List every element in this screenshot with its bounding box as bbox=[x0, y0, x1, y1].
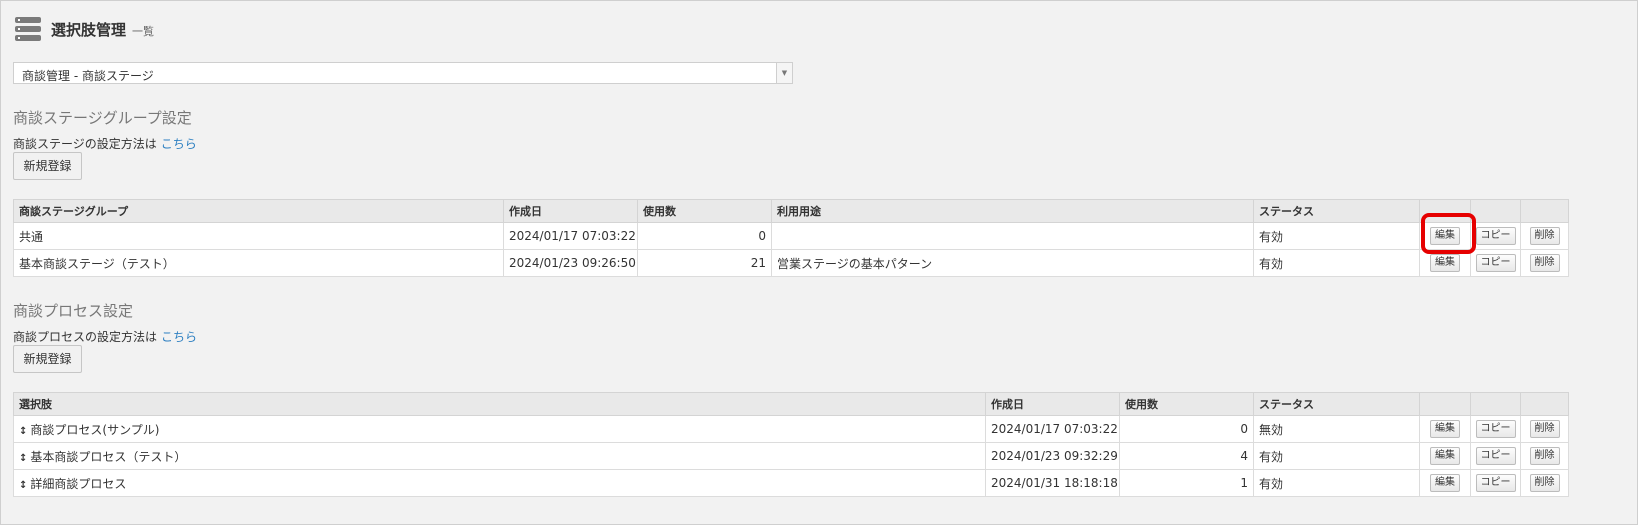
chevron-down-icon[interactable]: ▼ bbox=[776, 63, 792, 83]
table-row: 基本商談ステージ（テスト） 2024/01/23 09:26:50 21 営業ス… bbox=[13, 249, 1569, 277]
process-section-desc: 商談プロセスの設定方法は こちら bbox=[13, 328, 197, 345]
edit-button[interactable]: 編集 bbox=[1430, 420, 1460, 438]
copy-button[interactable]: コピー bbox=[1475, 420, 1516, 438]
stage-desc-text: 商談ステージの設定方法は bbox=[13, 137, 157, 151]
cell-count: 0 bbox=[1119, 415, 1254, 443]
cell-name: ↕ 商談プロセス(サンプル) bbox=[13, 415, 986, 443]
table-row: 共通 2024/01/17 07:03:22 0 有効 編集 コピー 削除 bbox=[13, 222, 1569, 250]
delete-button[interactable]: 削除 bbox=[1529, 474, 1560, 492]
cell-count: 4 bbox=[1119, 442, 1254, 470]
delete-button[interactable]: 削除 bbox=[1529, 420, 1560, 438]
table-row: ↕ 詳細商談プロセス 2024/01/31 18:18:18 1 有効 編集 コピ… bbox=[13, 469, 1569, 497]
cell-name: 基本商談ステージ（テスト） bbox=[13, 249, 504, 277]
cell-created: 2024/01/23 09:32:29 bbox=[985, 442, 1120, 470]
cell-status: 有効 bbox=[1253, 469, 1420, 497]
edit-button[interactable]: 編集 bbox=[1430, 227, 1460, 245]
copy-button[interactable]: コピー bbox=[1475, 227, 1516, 245]
page-subtitle: 一覧 bbox=[132, 24, 155, 38]
cell-status: 無効 bbox=[1253, 415, 1420, 443]
cell-name: ↕ 詳細商談プロセス bbox=[13, 469, 986, 497]
column-header[interactable]: 商談ステージグループ bbox=[13, 199, 504, 223]
cell-status: 有効 bbox=[1253, 222, 1420, 250]
table-header-row: 商談ステージグループ 作成日 使用数 利用用途 ステータス bbox=[13, 199, 1569, 223]
cell-created: 2024/01/17 07:03:22 bbox=[985, 415, 1120, 443]
process-help-link[interactable]: こちら bbox=[161, 330, 197, 344]
copy-button[interactable]: コピー bbox=[1475, 447, 1516, 465]
process-new-button[interactable]: 新規登録 bbox=[13, 345, 82, 373]
cell-status: 有効 bbox=[1253, 249, 1420, 277]
table-header-row: 選択肢 作成日 使用数 ステータス bbox=[13, 392, 1569, 416]
cell-usage bbox=[771, 222, 1254, 250]
page-header: 選択肢管理 一覧 bbox=[15, 15, 154, 43]
category-select-value: 商談管理 - 商談ステージ bbox=[22, 69, 154, 83]
column-header[interactable]: 利用用途 bbox=[771, 199, 1254, 223]
cell-created: 2024/01/31 18:18:18 bbox=[985, 469, 1120, 497]
stage-help-link[interactable]: こちら bbox=[161, 137, 197, 151]
cell-status: 有効 bbox=[1253, 442, 1420, 470]
row-name: 詳細商談プロセス bbox=[30, 476, 127, 491]
cell-count: 21 bbox=[637, 249, 772, 277]
cell-name: 共通 bbox=[13, 222, 504, 250]
table-row: ↕ 基本商談プロセス（テスト） 2024/01/23 09:32:29 4 有効 … bbox=[13, 442, 1569, 470]
cell-count: 1 bbox=[1119, 469, 1254, 497]
delete-button[interactable]: 削除 bbox=[1529, 254, 1560, 272]
process-desc-text: 商談プロセスの設定方法は bbox=[13, 330, 158, 344]
copy-button[interactable]: コピー bbox=[1475, 474, 1516, 492]
column-header[interactable]: 使用数 bbox=[637, 199, 772, 223]
cell-usage: 営業ステージの基本パターン bbox=[771, 249, 1254, 277]
delete-button[interactable]: 削除 bbox=[1529, 447, 1560, 465]
column-header[interactable]: 作成日 bbox=[985, 392, 1120, 416]
edit-button[interactable]: 編集 bbox=[1430, 474, 1460, 492]
page-title: 選択肢管理 bbox=[51, 20, 127, 39]
stage-new-button[interactable]: 新規登録 bbox=[13, 152, 82, 180]
column-header[interactable]: ステータス bbox=[1253, 392, 1420, 416]
edit-button[interactable]: 編集 bbox=[1430, 254, 1460, 272]
row-name: 商談プロセス(サンプル) bbox=[30, 422, 160, 437]
cell-count: 0 bbox=[637, 222, 772, 250]
category-select[interactable]: 商談管理 - 商談ステージ ▼ bbox=[13, 62, 793, 84]
cell-created: 2024/01/17 07:03:22 bbox=[503, 222, 638, 250]
database-icon bbox=[15, 17, 41, 41]
column-header[interactable]: 選択肢 bbox=[13, 392, 986, 416]
drag-handle-icon[interactable]: ↕ bbox=[19, 480, 27, 491]
drag-handle-icon[interactable]: ↕ bbox=[19, 453, 27, 464]
column-header[interactable]: 作成日 bbox=[503, 199, 638, 223]
row-name: 基本商談プロセス（テスト） bbox=[30, 449, 187, 464]
drag-handle-icon[interactable]: ↕ bbox=[19, 426, 27, 437]
cell-name: ↕ 基本商談プロセス（テスト） bbox=[13, 442, 986, 470]
process-table: 選択肢 作成日 使用数 ステータス ↕ 商談プロセス(サンプル) 2024/01/… bbox=[13, 392, 1569, 497]
delete-button[interactable]: 削除 bbox=[1529, 227, 1560, 245]
stage-section-desc: 商談ステージの設定方法は こちら bbox=[13, 135, 197, 152]
column-header[interactable]: 使用数 bbox=[1119, 392, 1254, 416]
table-row: ↕ 商談プロセス(サンプル) 2024/01/17 07:03:22 0 無効 編… bbox=[13, 415, 1569, 443]
column-header[interactable]: ステータス bbox=[1253, 199, 1420, 223]
cell-created: 2024/01/23 09:26:50 bbox=[503, 249, 638, 277]
stage-section-title: 商談ステージグループ設定 bbox=[13, 109, 192, 127]
process-section-title: 商談プロセス設定 bbox=[13, 302, 134, 320]
edit-button[interactable]: 編集 bbox=[1430, 447, 1460, 465]
copy-button[interactable]: コピー bbox=[1475, 254, 1516, 272]
stage-table: 商談ステージグループ 作成日 使用数 利用用途 ステータス 共通 2024/01… bbox=[13, 199, 1569, 277]
